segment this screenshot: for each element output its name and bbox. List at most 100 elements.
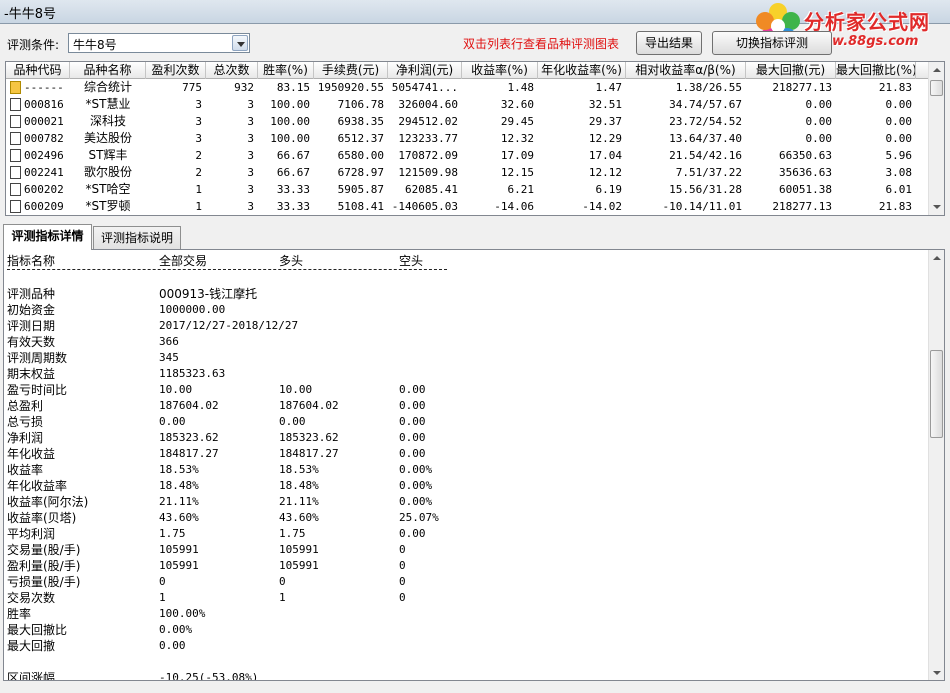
detail-label: 收益率 <box>7 463 44 477</box>
detail-value-long: 18.48% <box>279 479 319 492</box>
column-header-name[interactable]: 品种名称 <box>70 62 146 79</box>
table-row[interactable]: 600202 *ST哈空 1 3 33.33 5905.87 62085.41 6.21 6.1… <box>6 181 930 198</box>
table-row[interactable]: ------ 综合统计 775 932 83.15 1950920.55 5054741..… <box>6 79 930 96</box>
cell-ddr: 3.08 <box>885 166 913 179</box>
scroll-up-icon[interactable] <box>929 250 944 266</box>
cell-winrate: 66.67 <box>276 166 310 179</box>
cell-code: 000782 <box>24 132 64 145</box>
cell-code: ------ <box>24 81 64 94</box>
table-row[interactable]: 000782 美达股份 3 3 100.00 6512.37 123233.77 12.32 1… <box>6 130 930 147</box>
tab-indicator-explanation[interactable]: 评测指标说明 <box>93 226 181 249</box>
results-table: 品种代码 品种名称 盈利次数 总次数 胜率(%) 手续费(元) 净利润(元) 收益率(%) 年化… <box>5 61 945 216</box>
table-row[interactable]: 000021 深科技 3 3 100.00 6938.35 294512.02 29.45 29… <box>6 113 930 130</box>
cell-ret: 12.32 <box>500 132 534 145</box>
cell-name: 深科技 <box>89 114 126 128</box>
scroll-thumb[interactable] <box>930 350 943 438</box>
column-header-annual[interactable]: 年化收益率(%) <box>538 62 626 79</box>
column-header-ret[interactable]: 收益率(%) <box>462 62 538 79</box>
detail-value-all: 0 <box>159 575 166 588</box>
divider <box>7 269 447 277</box>
detail-scrollbar[interactable] <box>928 250 944 680</box>
table-scrollbar[interactable] <box>928 62 944 215</box>
table-row[interactable]: 600209 *ST罗顿 1 3 33.33 5108.41 -140605.03 -14.0… <box>6 198 930 215</box>
document-icon <box>10 115 21 128</box>
cell-relative: 21.54/42.16 <box>669 149 742 162</box>
cell-dd: 218277.13 <box>772 81 832 94</box>
cell-fee: 7106.78 <box>337 98 384 111</box>
switch-indicator-button[interactable]: 切换指标评测 <box>712 31 832 55</box>
detail-value-all: 000913-钱江摩托 <box>159 287 258 301</box>
detail-value-long: 21.11% <box>279 495 319 508</box>
detail-row: 年化收益 184817.27 184817.27 0.00 <box>7 446 907 462</box>
column-header-total[interactable]: 总次数 <box>206 62 258 79</box>
chevron-down-icon[interactable] <box>232 35 248 51</box>
table-row[interactable]: 000816 *ST慧业 3 3 100.00 7106.78 326004.60 32.60… <box>6 96 930 113</box>
detail-value-all: 366 <box>159 335 179 348</box>
detail-value-all: 185323.62 <box>159 431 219 444</box>
cell-dd: 0.00 <box>805 98 833 111</box>
detail-value-all: 105991 <box>159 543 199 556</box>
cell-winrate: 100.00 <box>270 132 310 145</box>
detail-value-short: 0 <box>399 543 406 556</box>
detail-row: 区间涨幅 -10.25(-53.08%) <box>7 670 907 680</box>
scroll-thumb[interactable] <box>930 80 943 96</box>
detail-value-all: 0.00% <box>159 623 193 636</box>
column-header-profit[interactable]: 净利润(元) <box>388 62 462 79</box>
detail-header-short: 空头 <box>399 254 424 268</box>
cell-winrate: 66.67 <box>276 149 310 162</box>
cell-relative: -10.14/11.01 <box>662 200 742 213</box>
cell-ret: -14.06 <box>494 200 534 213</box>
column-header-relative[interactable]: 相对收益率α/β(%) <box>626 62 746 79</box>
cell-profit: 294512.02 <box>398 115 458 128</box>
tab-indicator-details[interactable]: 评测指标详情 <box>3 224 92 250</box>
detail-row: 最大回撤比 0.00% <box>7 622 907 638</box>
cell-ddr: 0.00 <box>885 115 913 128</box>
column-header-ddr[interactable]: 最大回撤比(%) <box>836 62 916 79</box>
scroll-down-icon[interactable] <box>929 199 944 215</box>
detail-value-all: 1.75 <box>159 527 186 540</box>
column-header-fee[interactable]: 手续费(元) <box>314 62 388 79</box>
detail-label: 年化收益率 <box>7 479 68 493</box>
detail-value-all: 18.48% <box>159 479 199 492</box>
detail-label: 评测周期数 <box>7 351 68 365</box>
cell-annual: 12.12 <box>588 166 622 179</box>
detail-label: 最大回撤 <box>7 639 56 653</box>
table-row[interactable]: 002241 歌尔股份 2 3 66.67 6728.97 121509.98 12.15 12… <box>6 164 930 181</box>
detail-row: 评测日期 2017/12/27-2018/12/27 <box>7 318 907 334</box>
detail-row: 收益率 18.53% 18.53% 0.00% <box>7 462 907 478</box>
detail-row: 盈利量(股/手) 105991 105991 0 <box>7 558 907 574</box>
detail-value-long: 43.60% <box>279 511 319 524</box>
column-header-code[interactable]: 品种代码 <box>6 62 70 79</box>
status-strip <box>0 683 950 693</box>
detail-value-long: 185323.62 <box>279 431 339 444</box>
condition-select[interactable]: 牛牛8号 <box>68 33 250 53</box>
column-header-wins[interactable]: 盈利次数 <box>146 62 206 79</box>
document-icon <box>10 132 21 145</box>
column-header-dd[interactable]: 最大回撤(元) <box>746 62 836 79</box>
detail-value-short: 0.00 <box>399 399 426 412</box>
cell-winrate: 33.33 <box>276 183 310 196</box>
cell-relative: 15.56/31.28 <box>669 183 742 196</box>
scroll-up-icon[interactable] <box>929 62 944 78</box>
cell-name: *ST罗顿 <box>85 199 131 213</box>
scroll-down-icon[interactable] <box>929 665 944 680</box>
detail-label: 评测日期 <box>7 319 56 333</box>
detail-value-short: 0.00 <box>399 415 426 428</box>
cell-code: 600209 <box>24 200 64 213</box>
detail-label: 期末权益 <box>7 367 56 381</box>
detail-row <box>7 654 907 670</box>
detail-label: 交易量(股/手) <box>7 543 81 557</box>
document-icon <box>10 166 21 179</box>
detail-label: 总盈利 <box>7 399 44 413</box>
cell-ddr: 21.83 <box>878 81 912 94</box>
detail-value-all: 1 <box>159 591 166 604</box>
export-button[interactable]: 导出结果 <box>636 31 702 55</box>
column-header-winrate[interactable]: 胜率(%) <box>258 62 314 79</box>
detail-value-all: 10.00 <box>159 383 193 396</box>
detail-header-row: 指标名称 全部交易 多头 空头 <box>7 253 907 269</box>
cell-total: 932 <box>234 81 254 94</box>
cell-name: ST辉丰 <box>88 148 128 162</box>
table-row[interactable]: 002496 ST辉丰 2 3 66.67 6580.00 170872.09 17.09 17… <box>6 147 930 164</box>
detail-row: 收益率(贝塔) 43.60% 43.60% 25.07% <box>7 510 907 526</box>
detail-value-all: 345 <box>159 351 179 364</box>
